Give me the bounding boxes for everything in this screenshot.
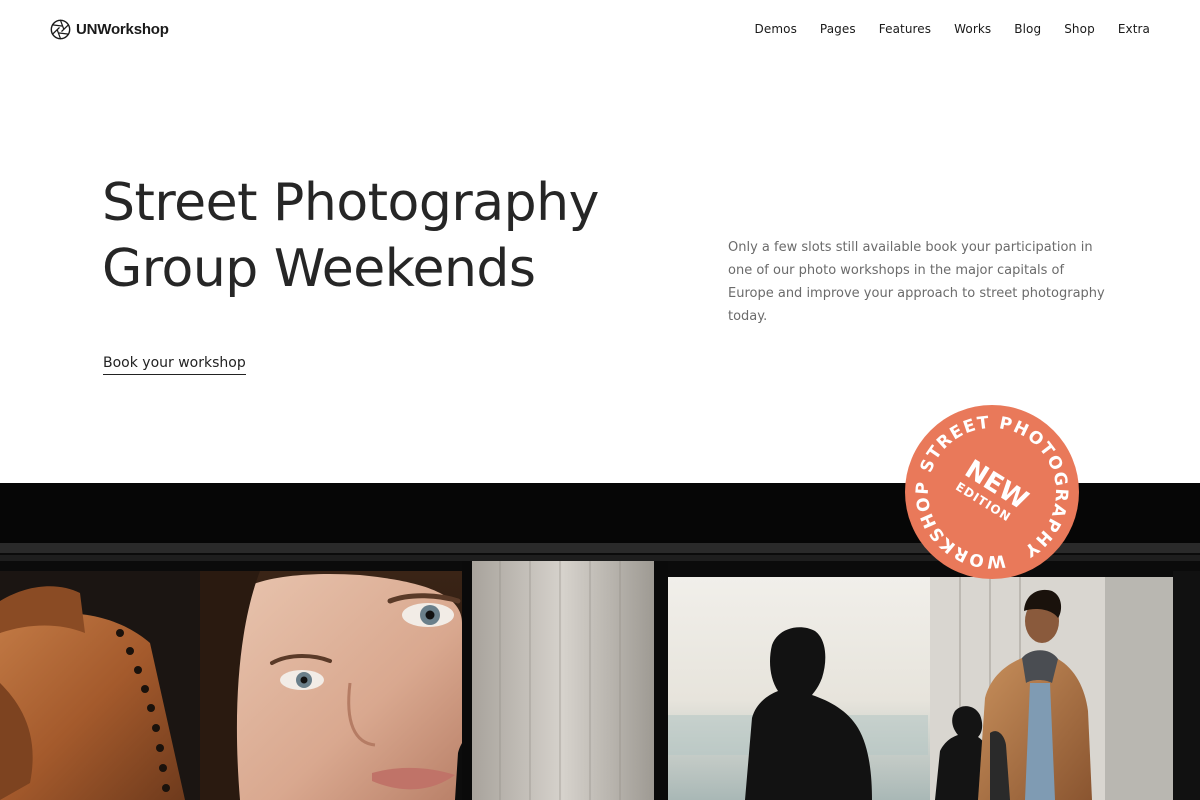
site-header: UNWorkshop Demos Pages Features Works Bl… (0, 0, 1200, 60)
camera-aperture-icon (50, 19, 71, 40)
new-edition-badge: WORKSHOP STREET PHOTOGRAPHY NEW EDITION (904, 404, 1080, 580)
hero-title-line-1: Street Photography (102, 173, 599, 233)
nav-item-works[interactable]: Works (954, 22, 991, 36)
main-nav: Demos Pages Features Works Blog Shop Ext… (755, 22, 1150, 36)
hero-title-line-2: Group Weekends (102, 239, 536, 299)
nav-item-extra[interactable]: Extra (1118, 22, 1150, 36)
nav-item-shop[interactable]: Shop (1064, 22, 1095, 36)
hero-title: Street Photography Group Weekends (102, 170, 662, 302)
brand-name: UNWorkshop (76, 21, 169, 38)
brand-logo[interactable]: UNWorkshop (50, 19, 169, 40)
nav-item-demos[interactable]: Demos (755, 22, 797, 36)
book-workshop-link[interactable]: Book your workshop (103, 355, 246, 375)
nav-item-blog[interactable]: Blog (1014, 22, 1041, 36)
hero-description: Only a few slots still available book yo… (728, 240, 1105, 324)
nav-item-pages[interactable]: Pages (820, 22, 856, 36)
nav-item-features[interactable]: Features (879, 22, 931, 36)
